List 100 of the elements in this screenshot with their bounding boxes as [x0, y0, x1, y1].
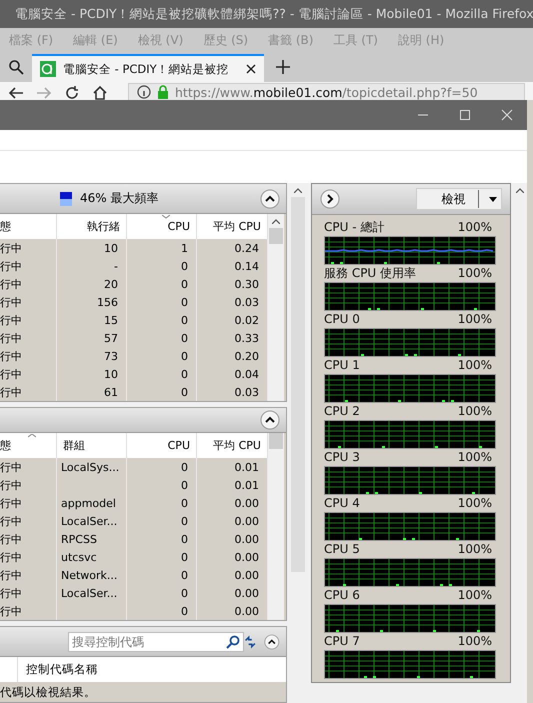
close-icon[interactable]: [246, 64, 256, 74]
graph-label: CPU 7: [324, 634, 360, 648]
scrollbar-thumb[interactable]: [269, 433, 283, 449]
table-cell: 0.01: [234, 478, 259, 492]
table-cell: 行中: [0, 294, 22, 310]
graph-max: 100%: [458, 358, 492, 372]
table-cell: 0.00: [234, 496, 259, 510]
table-cell: 0: [181, 296, 188, 308]
frequency-text: 46% 最大頻率: [80, 190, 158, 207]
favicon-icon: [40, 61, 56, 77]
table-cell: 0.33: [234, 332, 259, 344]
table-cell: 0.30: [234, 278, 259, 290]
table-cell: 73: [104, 350, 118, 362]
table-cell: 10: [104, 368, 118, 380]
graph-max: 100%: [458, 450, 492, 464]
url-text: https://www.mobile01.com/topicdetail.php?f=50: [175, 85, 478, 100]
table-cell: 156: [97, 296, 118, 308]
new-tab-icon[interactable]: [276, 60, 290, 74]
lock-icon: [157, 85, 169, 99]
table-cell: 行中: [0, 276, 22, 292]
scrollbar[interactable]: [268, 433, 284, 620]
graph-label: CPU 0: [324, 312, 360, 326]
table-cell: 0.00: [234, 514, 259, 528]
collapse-icon[interactable]: [260, 410, 280, 430]
table-cell: 0.00: [234, 604, 259, 618]
window-title: 電腦安全 - PCDIY！網站是被挖礦軟體綁架嗎?? - 電腦討論區 - Mobile01 - Mozilla Firefox: [15, 6, 533, 22]
scrollbar-thumb[interactable]: [269, 228, 283, 244]
graph-max: 100%: [458, 634, 492, 648]
address-bar[interactable]: https://www.mobile01.com/topicdetail.php?f=50: [128, 83, 525, 100]
search-icon[interactable]: [8, 59, 24, 75]
section-header[interactable]: 搜尋控制代碼: [0, 627, 286, 657]
table-cell: 行中: [0, 240, 22, 256]
back-arrow-icon[interactable]: [8, 85, 24, 100]
maximize-icon[interactable]: [459, 109, 471, 121]
refresh-icon[interactable]: [244, 634, 256, 650]
table-cell: 0.04: [234, 368, 259, 380]
table-cell: 行中: [0, 514, 22, 528]
table-cell: 0: [181, 550, 188, 564]
table-cell: Network...: [61, 568, 118, 582]
table-cell: 0: [181, 332, 188, 344]
collapse-icon[interactable]: [264, 632, 280, 652]
graph-max: 100%: [458, 220, 492, 234]
column-header[interactable]: 態: [0, 433, 57, 458]
table-cell: 0: [181, 278, 188, 290]
table-cell: 0: [181, 314, 188, 326]
table-cell: 行中: [0, 604, 22, 618]
column-header[interactable]: 群組: [57, 433, 127, 458]
table-cell: 行中: [0, 312, 22, 328]
table-cell: 0: [181, 568, 188, 582]
expand-icon[interactable]: [320, 189, 340, 209]
search-icon[interactable]: [226, 634, 240, 648]
graph-max: 100%: [458, 312, 492, 326]
table-cell: 行中: [0, 568, 22, 582]
reload-icon[interactable]: [64, 85, 80, 100]
table-cell: 0: [181, 496, 188, 510]
table-cell: 0: [181, 532, 188, 546]
table-cell: 行中: [0, 532, 22, 546]
table-cell: 行中: [0, 460, 22, 474]
table-cell: -: [114, 260, 118, 272]
table-cell: 行中: [0, 384, 22, 400]
table-cell: 0.14: [234, 260, 259, 272]
table-cell: 0.00: [234, 586, 259, 600]
column-header[interactable]: CPU: [127, 214, 197, 239]
table-cell: 0: [181, 386, 188, 398]
section-header[interactable]: 46% 最大頻率: [0, 184, 286, 214]
table-cell: 0: [181, 478, 188, 492]
search-field[interactable]: 搜尋控制代碼: [68, 632, 244, 652]
column-header[interactable]: 執行緒: [57, 214, 127, 239]
table-cell: 0: [181, 350, 188, 362]
graph-max: 100%: [458, 496, 492, 510]
empty-message: 代碼以檢視結果。: [0, 684, 96, 700]
table-cell: 0.00: [234, 550, 259, 564]
table-cell: 0.01: [234, 460, 259, 474]
table-cell: 0.03: [234, 296, 259, 308]
graph-label: CPU 3: [324, 450, 360, 464]
table-cell: 57: [104, 332, 118, 344]
graph-max: 100%: [458, 404, 492, 418]
graph-label: CPU 5: [324, 542, 360, 556]
browser-tab[interactable]: 電腦安全 - PCDIY！網站是被挖: [32, 54, 264, 82]
graph-max: 100%: [458, 542, 492, 556]
home-icon[interactable]: [92, 85, 108, 100]
table-cell: 行中: [0, 258, 22, 274]
table-cell: 0.24: [234, 242, 259, 254]
table-cell: 行中: [0, 478, 22, 492]
table-cell: 行中: [0, 348, 22, 364]
view-dropdown[interactable]: 檢視: [416, 188, 502, 210]
info-icon[interactable]: [137, 85, 151, 99]
table-cell: 0.20: [234, 350, 259, 362]
dropdown-arrow-icon: [489, 196, 497, 202]
table-cell: 行中: [0, 366, 22, 382]
table-cell: 行中: [0, 586, 22, 600]
frequency-meter-icon: [60, 192, 72, 206]
column-header[interactable]: 態: [0, 214, 57, 239]
column-header[interactable]: CPU: [127, 433, 197, 458]
scrollbar[interactable]: [268, 214, 284, 401]
graph-max: 100%: [458, 588, 492, 602]
graph-label: CPU 2: [324, 404, 360, 418]
collapse-icon[interactable]: [260, 188, 280, 208]
table-cell: 0: [181, 460, 188, 474]
table-cell: appmodel: [61, 496, 116, 510]
